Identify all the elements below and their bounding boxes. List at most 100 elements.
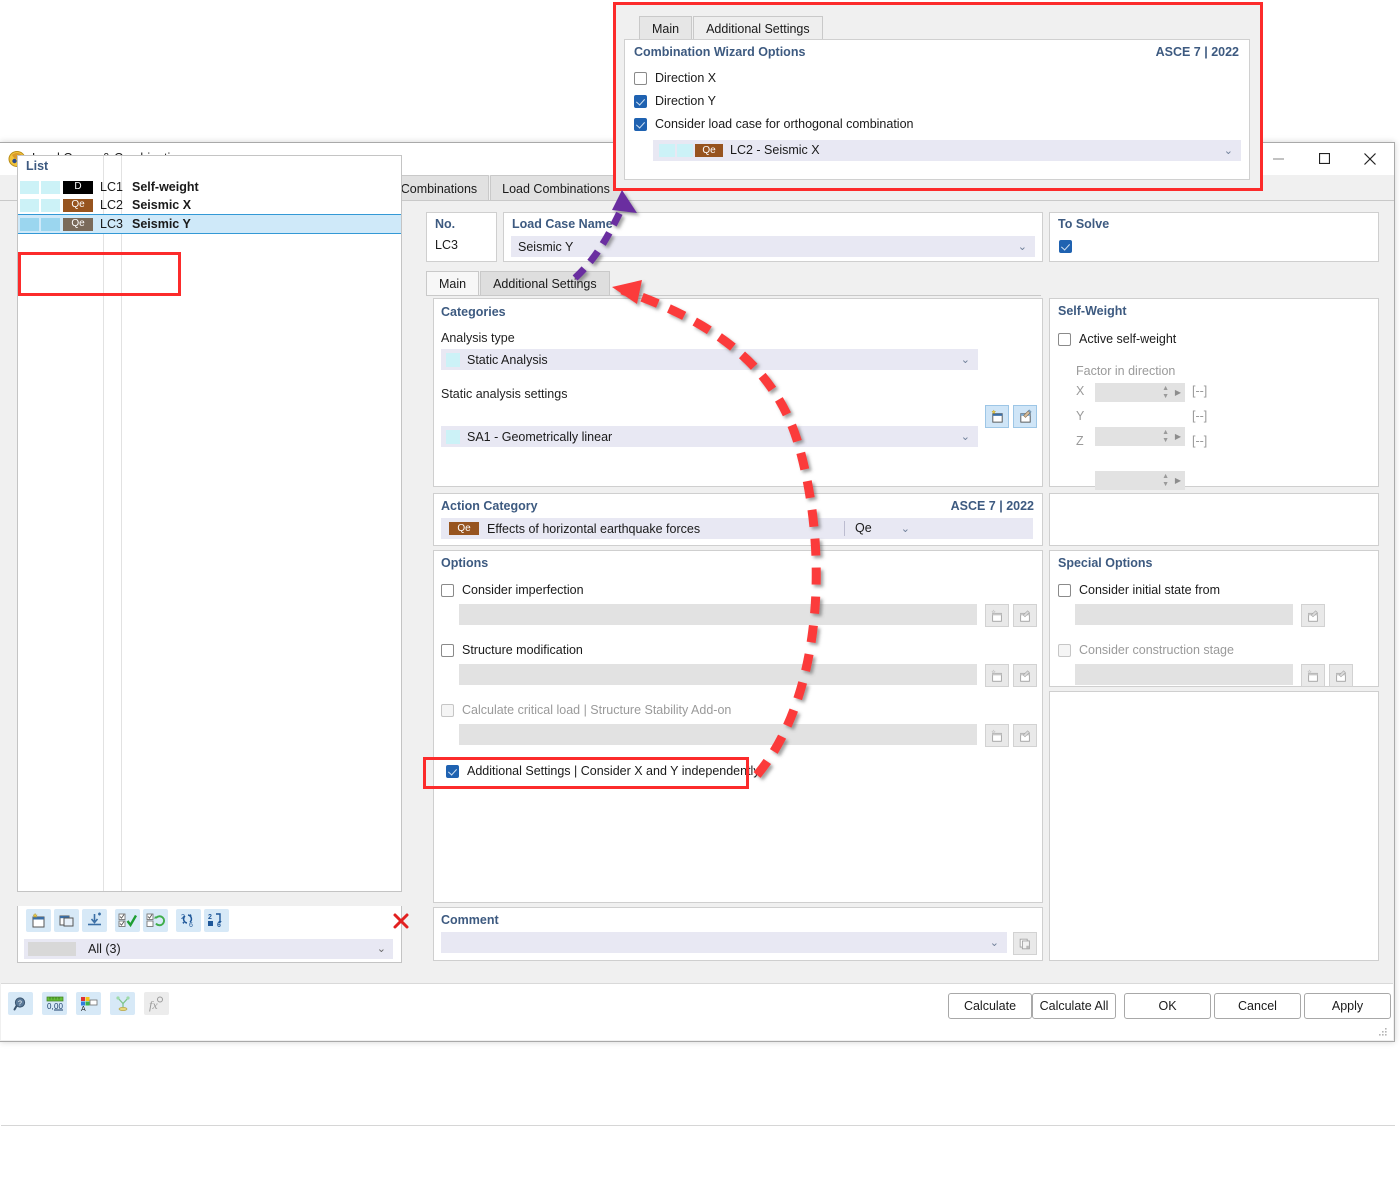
copy-comment-icon[interactable] bbox=[1013, 932, 1037, 955]
spinner-up-icon[interactable]: ▲ bbox=[1162, 473, 1169, 480]
static-analysis-settings-swatch bbox=[446, 429, 460, 444]
row-number: LC2 bbox=[100, 198, 123, 212]
consider-imperfection-label: Consider imperfection bbox=[462, 583, 584, 597]
popup-tab-additional-settings[interactable]: Additional Settings bbox=[693, 16, 823, 41]
action-category-short: Qe bbox=[855, 521, 872, 535]
self-weight-factor-y[interactable]: ▲ ▼ ▶ bbox=[1095, 427, 1185, 446]
table-row[interactable]: D LC1 Self-weight bbox=[18, 178, 401, 196]
to-solve-card: To Solve bbox=[1049, 212, 1379, 262]
tab-load-combinations[interactable]: Load Combinations bbox=[490, 175, 622, 201]
direction-x-row[interactable]: Direction X bbox=[634, 71, 716, 85]
self-weight-factor-z[interactable]: ▲ ▼ ▶ bbox=[1095, 471, 1185, 490]
calculate-critical-load-checkbox[interactable] bbox=[441, 703, 454, 717]
direction-y-row[interactable]: Direction Y bbox=[634, 94, 716, 108]
consider-x-y-independently-checkbox[interactable] bbox=[446, 764, 459, 778]
direction-y-checkbox[interactable] bbox=[634, 94, 647, 108]
consider-construction-stage-label: Consider construction stage bbox=[1079, 643, 1234, 657]
consider-construction-stage-checkbox[interactable] bbox=[1058, 643, 1071, 657]
action-category-value: Effects of horizontal earthquake forces bbox=[487, 521, 701, 536]
spinner-down-icon[interactable]: ▼ bbox=[1162, 481, 1169, 488]
new-structure-modification-icon[interactable] bbox=[985, 664, 1009, 687]
orthogonal-load-case-select[interactable]: Qe LC2 - Seismic X ⌄ bbox=[653, 140, 1241, 161]
active-self-weight-checkbox[interactable] bbox=[1058, 332, 1071, 346]
select-all-icon[interactable] bbox=[115, 909, 140, 932]
row-name: Self-weight bbox=[132, 180, 199, 194]
analysis-type-select[interactable]: Static Analysis ⌄ bbox=[441, 349, 978, 370]
edit-settings-icon[interactable] bbox=[1013, 405, 1037, 428]
table-row[interactable]: Qe LC2 Seismic X bbox=[18, 196, 401, 214]
to-solve-checkbox[interactable] bbox=[1059, 240, 1072, 254]
consider-imperfection-checkbox[interactable] bbox=[441, 583, 454, 597]
static-analysis-settings-label: Static analysis settings bbox=[441, 387, 568, 401]
cancel-button[interactable]: Cancel bbox=[1214, 993, 1301, 1019]
action-category-select[interactable]: Qe Effects of horizontal earthquake forc… bbox=[441, 518, 1033, 539]
consider-initial-state-row[interactable]: Consider initial state from bbox=[1058, 583, 1220, 597]
new-construction-stage-icon[interactable] bbox=[1301, 664, 1325, 687]
decimal-places-icon[interactable]: 0, 00 bbox=[42, 992, 67, 1015]
renumber-icon[interactable]: 2 6 bbox=[176, 909, 201, 932]
renumber-sequential-icon[interactable]: 2 6 bbox=[204, 909, 229, 932]
consider-orthogonal-checkbox[interactable] bbox=[634, 117, 647, 131]
consider-orthogonal-row[interactable]: Consider load case for orthogonal combin… bbox=[634, 117, 914, 131]
delete-icon[interactable] bbox=[388, 909, 413, 932]
row-name: Seismic X bbox=[132, 198, 192, 212]
colors-icon[interactable]: A bbox=[76, 992, 101, 1015]
consider-imperfection-field[interactable] bbox=[459, 604, 977, 625]
structure-modification-checkbox[interactable] bbox=[441, 643, 454, 657]
spinner-down-icon[interactable]: ▼ bbox=[1162, 393, 1169, 400]
consider-initial-state-checkbox[interactable] bbox=[1058, 583, 1071, 597]
load-case-name-input[interactable]: Seismic Y ⌄ bbox=[511, 236, 1035, 257]
formula-icon: fx bbox=[144, 992, 169, 1015]
popup-tab-main[interactable]: Main bbox=[639, 16, 693, 41]
import-load-case-icon[interactable] bbox=[82, 909, 107, 932]
consider-imperfection-row[interactable]: Consider imperfection bbox=[441, 583, 584, 597]
calculate-button[interactable]: Calculate bbox=[948, 993, 1032, 1019]
consider-x-y-independently-row[interactable]: Additional Settings | Consider X and Y i… bbox=[446, 764, 760, 778]
list-filter-select[interactable]: All (3) ⌄ bbox=[24, 939, 393, 959]
chevron-down-icon: ⌄ bbox=[1223, 145, 1233, 157]
table-row[interactable]: Qe LC3 Seismic Y bbox=[18, 214, 401, 234]
spinner-down-icon[interactable]: ▼ bbox=[1162, 437, 1169, 444]
load-case-no-card: No. LC3 bbox=[426, 212, 497, 262]
invert-selection-icon[interactable] bbox=[143, 909, 168, 932]
new-load-case-icon[interactable] bbox=[26, 909, 51, 932]
zoom-info-icon[interactable]: ? bbox=[8, 992, 33, 1015]
spinner-up-icon[interactable]: ▲ bbox=[1162, 429, 1169, 436]
edit-construction-stage-icon[interactable] bbox=[1329, 664, 1353, 687]
close-button[interactable] bbox=[1347, 143, 1393, 174]
spinner-up-icon[interactable]: ▲ bbox=[1162, 385, 1169, 392]
detail-tab-main[interactable]: Main bbox=[426, 271, 480, 296]
comment-input[interactable]: ⌄ bbox=[441, 932, 1007, 953]
edit-structure-modification-icon[interactable] bbox=[1013, 664, 1037, 687]
self-weight-unit-z: [--] bbox=[1192, 434, 1208, 448]
analysis-type-swatch bbox=[446, 352, 460, 367]
edit-imperfection-icon[interactable] bbox=[1013, 604, 1037, 627]
edit-stability-icon[interactable] bbox=[1013, 724, 1037, 747]
static-analysis-settings-select[interactable]: SA1 - Geometrically linear ⌄ bbox=[441, 426, 978, 447]
maximize-button[interactable] bbox=[1301, 143, 1347, 174]
structure-modification-row[interactable]: Structure modification bbox=[441, 643, 583, 657]
new-imperfection-icon[interactable] bbox=[985, 604, 1009, 627]
new-settings-icon[interactable] bbox=[985, 405, 1009, 428]
self-weight-factor-x[interactable]: ▲ ▼ ▶ bbox=[1095, 383, 1185, 402]
options-card: Options Consider imperfection Structure … bbox=[433, 550, 1043, 903]
structure-modification-field[interactable] bbox=[459, 664, 977, 685]
consider-initial-state-field[interactable] bbox=[1075, 604, 1293, 625]
direction-x-checkbox[interactable] bbox=[634, 71, 647, 85]
copy-load-case-icon[interactable] bbox=[54, 909, 79, 932]
calculate-critical-load-row[interactable]: Calculate critical load | Structure Stab… bbox=[441, 703, 731, 717]
edit-initial-state-icon[interactable] bbox=[1301, 604, 1325, 627]
filter-icon[interactable] bbox=[110, 992, 135, 1015]
new-stability-icon[interactable] bbox=[985, 724, 1009, 747]
consider-construction-stage-row[interactable]: Consider construction stage bbox=[1058, 643, 1234, 657]
calculate-all-button[interactable]: Calculate All bbox=[1032, 993, 1116, 1019]
spinner-more-icon[interactable]: ▶ bbox=[1175, 476, 1181, 485]
apply-button[interactable]: Apply bbox=[1304, 993, 1391, 1019]
spinner-more-icon[interactable]: ▶ bbox=[1175, 388, 1181, 397]
spinner-more-icon[interactable]: ▶ bbox=[1175, 432, 1181, 441]
ok-button[interactable]: OK bbox=[1124, 993, 1211, 1019]
detail-tab-additional-settings[interactable]: Additional Settings bbox=[480, 271, 610, 296]
resize-grip[interactable] bbox=[1378, 1026, 1388, 1036]
comment-card: Comment ⌄ bbox=[433, 907, 1043, 961]
active-self-weight-row[interactable]: Active self-weight bbox=[1058, 332, 1176, 346]
